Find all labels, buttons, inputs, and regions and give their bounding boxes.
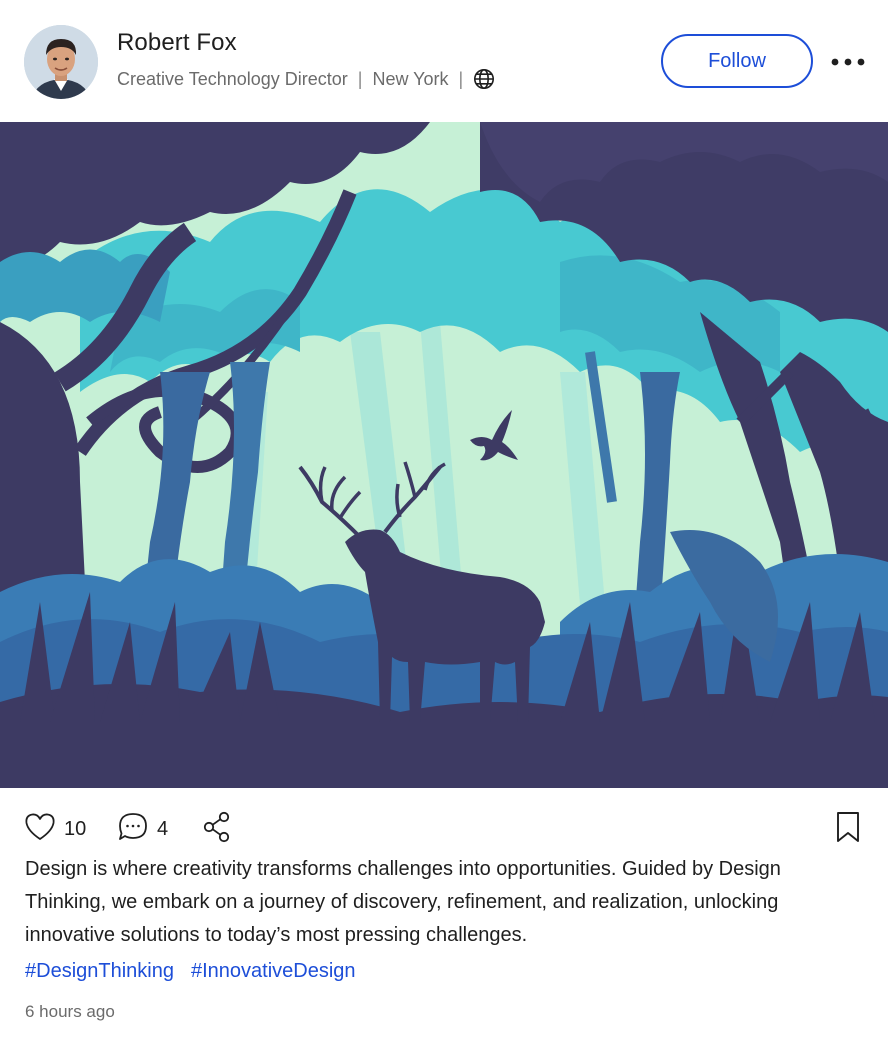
post-caption: Design is where creativity transforms ch… bbox=[25, 858, 781, 946]
bookmark-icon[interactable] bbox=[834, 810, 862, 844]
hashtag-link[interactable]: #InnovativeDesign bbox=[191, 960, 356, 983]
comment-icon bbox=[117, 811, 149, 848]
follow-button[interactable]: Follow bbox=[661, 34, 813, 88]
author-title: Creative Technology Director bbox=[117, 68, 348, 89]
heart-icon bbox=[24, 812, 56, 847]
comment-count: 4 bbox=[157, 817, 169, 840]
post-header: Robert Fox Creative Technology Director … bbox=[0, 0, 888, 122]
comment-button[interactable]: 4 bbox=[117, 812, 168, 846]
post-timestamp: 6 hours ago bbox=[25, 1002, 115, 1021]
post-card: Robert Fox Creative Technology Director … bbox=[0, 0, 888, 1045]
meta-separator: | bbox=[357, 68, 363, 89]
meta-separator: | bbox=[458, 68, 464, 89]
author-meta: Creative Technology Director | New York … bbox=[117, 66, 495, 92]
author-location: New York bbox=[372, 68, 449, 89]
hashtags: #DesignThinking #InnovativeDesign bbox=[25, 960, 356, 983]
globe-icon bbox=[473, 68, 495, 90]
more-options-icon[interactable] bbox=[828, 48, 868, 76]
share-icon bbox=[202, 811, 232, 848]
author-name[interactable]: Robert Fox bbox=[117, 29, 237, 57]
post-image[interactable] bbox=[0, 122, 888, 788]
like-button[interactable]: 10 bbox=[24, 812, 86, 846]
avatar[interactable] bbox=[24, 25, 98, 99]
like-count: 10 bbox=[64, 817, 87, 840]
share-button[interactable] bbox=[202, 811, 232, 848]
hashtag-link[interactable]: #DesignThinking bbox=[25, 960, 174, 983]
